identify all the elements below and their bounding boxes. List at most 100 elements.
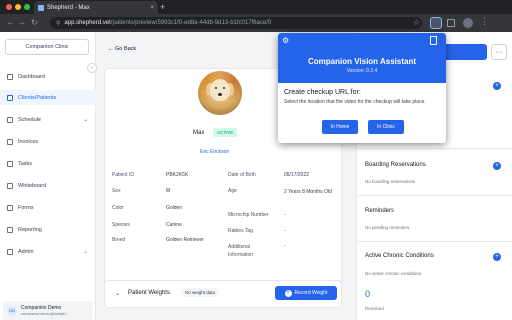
sidebar-item-label: Tasks: [18, 160, 33, 167]
field-value: -: [284, 212, 286, 218]
in-home-button[interactable]: In Home: [322, 120, 358, 134]
popup-version: Version: 0.2.4: [346, 68, 378, 74]
collapse-sidebar-button[interactable]: ‹: [87, 63, 97, 73]
field-value: Golden Retriever: [166, 237, 204, 243]
go-back-link[interactable]: ← Go Back: [108, 46, 136, 52]
dashboard-icon: [7, 73, 13, 80]
window-controls[interactable]: [6, 4, 30, 10]
field-label: Breed: [112, 237, 126, 243]
sidebar-item-clients-patients[interactable]: Clients/Patients: [0, 90, 96, 105]
field-label: Color: [112, 205, 124, 211]
whiteboard-icon: [7, 182, 13, 189]
field-value: 05/17/2022: [284, 172, 310, 178]
field-value: -: [284, 228, 286, 234]
sidebar: Companion Clinic ‹ Dashboard Clients/Pat…: [0, 32, 97, 320]
in-clinic-button[interactable]: In Clinic: [368, 120, 404, 134]
resolved-label: Resolved: [365, 306, 384, 311]
url-input[interactable]: ⚲ app.shepherd.vet/patients/preview/5993…: [50, 17, 422, 29]
field-value: 2 Years 8 Months Old: [284, 189, 332, 195]
popup-title: Companion Vision Assistant: [307, 57, 416, 66]
divider: [357, 148, 512, 149]
sidebar-item-schedule[interactable]: Schedule ⌄: [0, 112, 96, 127]
field-value: M: [166, 188, 171, 194]
admin-icon: [7, 248, 13, 255]
url-path: /patients/preview/5993c1f0-ed8a-44db-9d1…: [110, 20, 272, 26]
field-value: -: [284, 243, 286, 249]
field-label: Microchip Number: [228, 212, 269, 218]
sidebar-item-reporting[interactable]: Reporting: [0, 222, 96, 237]
user-profile[interactable]: CD Companion Demo companiondemo@sheph...: [3, 301, 93, 320]
sidebar-item-tasks[interactable]: Tasks: [0, 156, 96, 171]
section-empty-text: No boarding reservations: [365, 179, 416, 184]
browser-tab[interactable]: Shepherd - Max ×: [34, 1, 158, 14]
minimize-window-icon[interactable]: [15, 4, 21, 10]
new-tab-button[interactable]: +: [160, 2, 165, 12]
sidebar-item-admin[interactable]: Admin ⌄: [0, 244, 96, 259]
back-arrow-icon[interactable]: ←: [6, 17, 14, 29]
browser-menu-icon[interactable]: ⋮: [480, 16, 489, 27]
sidebar-item-invoices[interactable]: Invoices: [0, 134, 96, 149]
maximize-window-icon[interactable]: [24, 4, 30, 10]
field-label: Patient ID: [112, 172, 134, 178]
sidebar-item-label: Reporting: [18, 226, 42, 233]
gear-icon[interactable]: ⚙: [282, 36, 289, 45]
close-window-icon[interactable]: [6, 4, 12, 10]
bookmark-star-icon[interactable]: ☆: [413, 18, 420, 27]
browser-profile-avatar[interactable]: [463, 18, 473, 28]
sidebar-item-whiteboard[interactable]: Whiteboard: [0, 178, 96, 193]
clipboard-icon[interactable]: [430, 36, 437, 45]
invoice-icon: [7, 138, 13, 145]
sidebar-item-label: Forms: [18, 204, 34, 211]
site-info-icon[interactable]: ⚲: [56, 20, 60, 27]
divider: [357, 195, 512, 196]
reload-icon[interactable]: ↻: [31, 17, 38, 29]
clients-icon: [7, 94, 13, 101]
field-value: Golden: [166, 205, 183, 211]
owner-link[interactable]: Eric Erickson: [200, 149, 229, 155]
section-title: Boarding Reservations: [365, 162, 426, 168]
field-label: Species: [112, 222, 130, 228]
patient-weights-panel: ⌄ Patient Weights No weight data + Recor…: [104, 280, 342, 308]
tab-title: Shepherd - Max: [47, 4, 90, 11]
shepherd-favicon-icon: [38, 4, 44, 11]
go-back-label: Go Back: [115, 46, 137, 52]
tab-close-icon[interactable]: ×: [150, 5, 154, 11]
side-panel-icon[interactable]: [447, 19, 455, 27]
popup-heading: Create checkup URL for:: [284, 89, 361, 96]
companion-vision-popup: ⚙ Companion Vision Assistant Version: 0.…: [278, 33, 446, 143]
record-weight-button[interactable]: + Record Weight: [275, 286, 337, 300]
browser-tab-bar: Shepherd - Max × +: [0, 0, 512, 14]
add-icon[interactable]: +: [493, 82, 501, 90]
add-boarding-icon[interactable]: +: [493, 162, 501, 170]
more-options-button[interactable]: ···: [491, 44, 507, 60]
chevron-down-icon[interactable]: ⌄: [115, 290, 120, 297]
sidebar-item-label: Clients/Patients: [18, 94, 57, 101]
chevron-down-icon: ⌄: [82, 249, 88, 255]
sidebar-item-forms[interactable]: Forms: [0, 200, 96, 215]
url-host: app.shepherd.vet: [64, 20, 111, 26]
sidebar-item-label: Invoices: [18, 138, 39, 145]
field-label: Rabies Tag: [228, 228, 253, 234]
section-title: Reminders: [365, 208, 395, 214]
divider: [357, 241, 512, 242]
status-badge: ACTIVE: [213, 128, 238, 137]
field-value: Canine: [166, 222, 182, 228]
weights-status-pill: No weight data: [181, 288, 220, 297]
record-weight-label: Record Weight: [294, 290, 328, 296]
sidebar-item-dashboard[interactable]: Dashboard: [0, 69, 96, 84]
clinic-selector[interactable]: Companion Clinic: [5, 39, 89, 55]
field-label: Additional Information: [228, 244, 254, 258]
weights-title: Patient Weights: [128, 290, 170, 296]
plus-icon: +: [284, 289, 292, 297]
calendar-icon: [7, 116, 13, 123]
tasks-icon: [7, 160, 13, 167]
user-email: companiondemo@sheph...: [21, 311, 69, 316]
forms-icon: [7, 204, 13, 211]
address-bar: ← → ↻ ⚲ app.shepherd.vet/patients/previe…: [0, 14, 512, 32]
patient-name: Max: [193, 130, 205, 136]
forward-arrow-icon[interactable]: →: [18, 17, 26, 29]
chevron-down-icon: ⌄: [82, 117, 88, 123]
companion-extension-icon[interactable]: [430, 17, 442, 29]
sidebar-item-label: Whiteboard: [18, 182, 47, 189]
add-condition-icon[interactable]: +: [493, 253, 501, 261]
